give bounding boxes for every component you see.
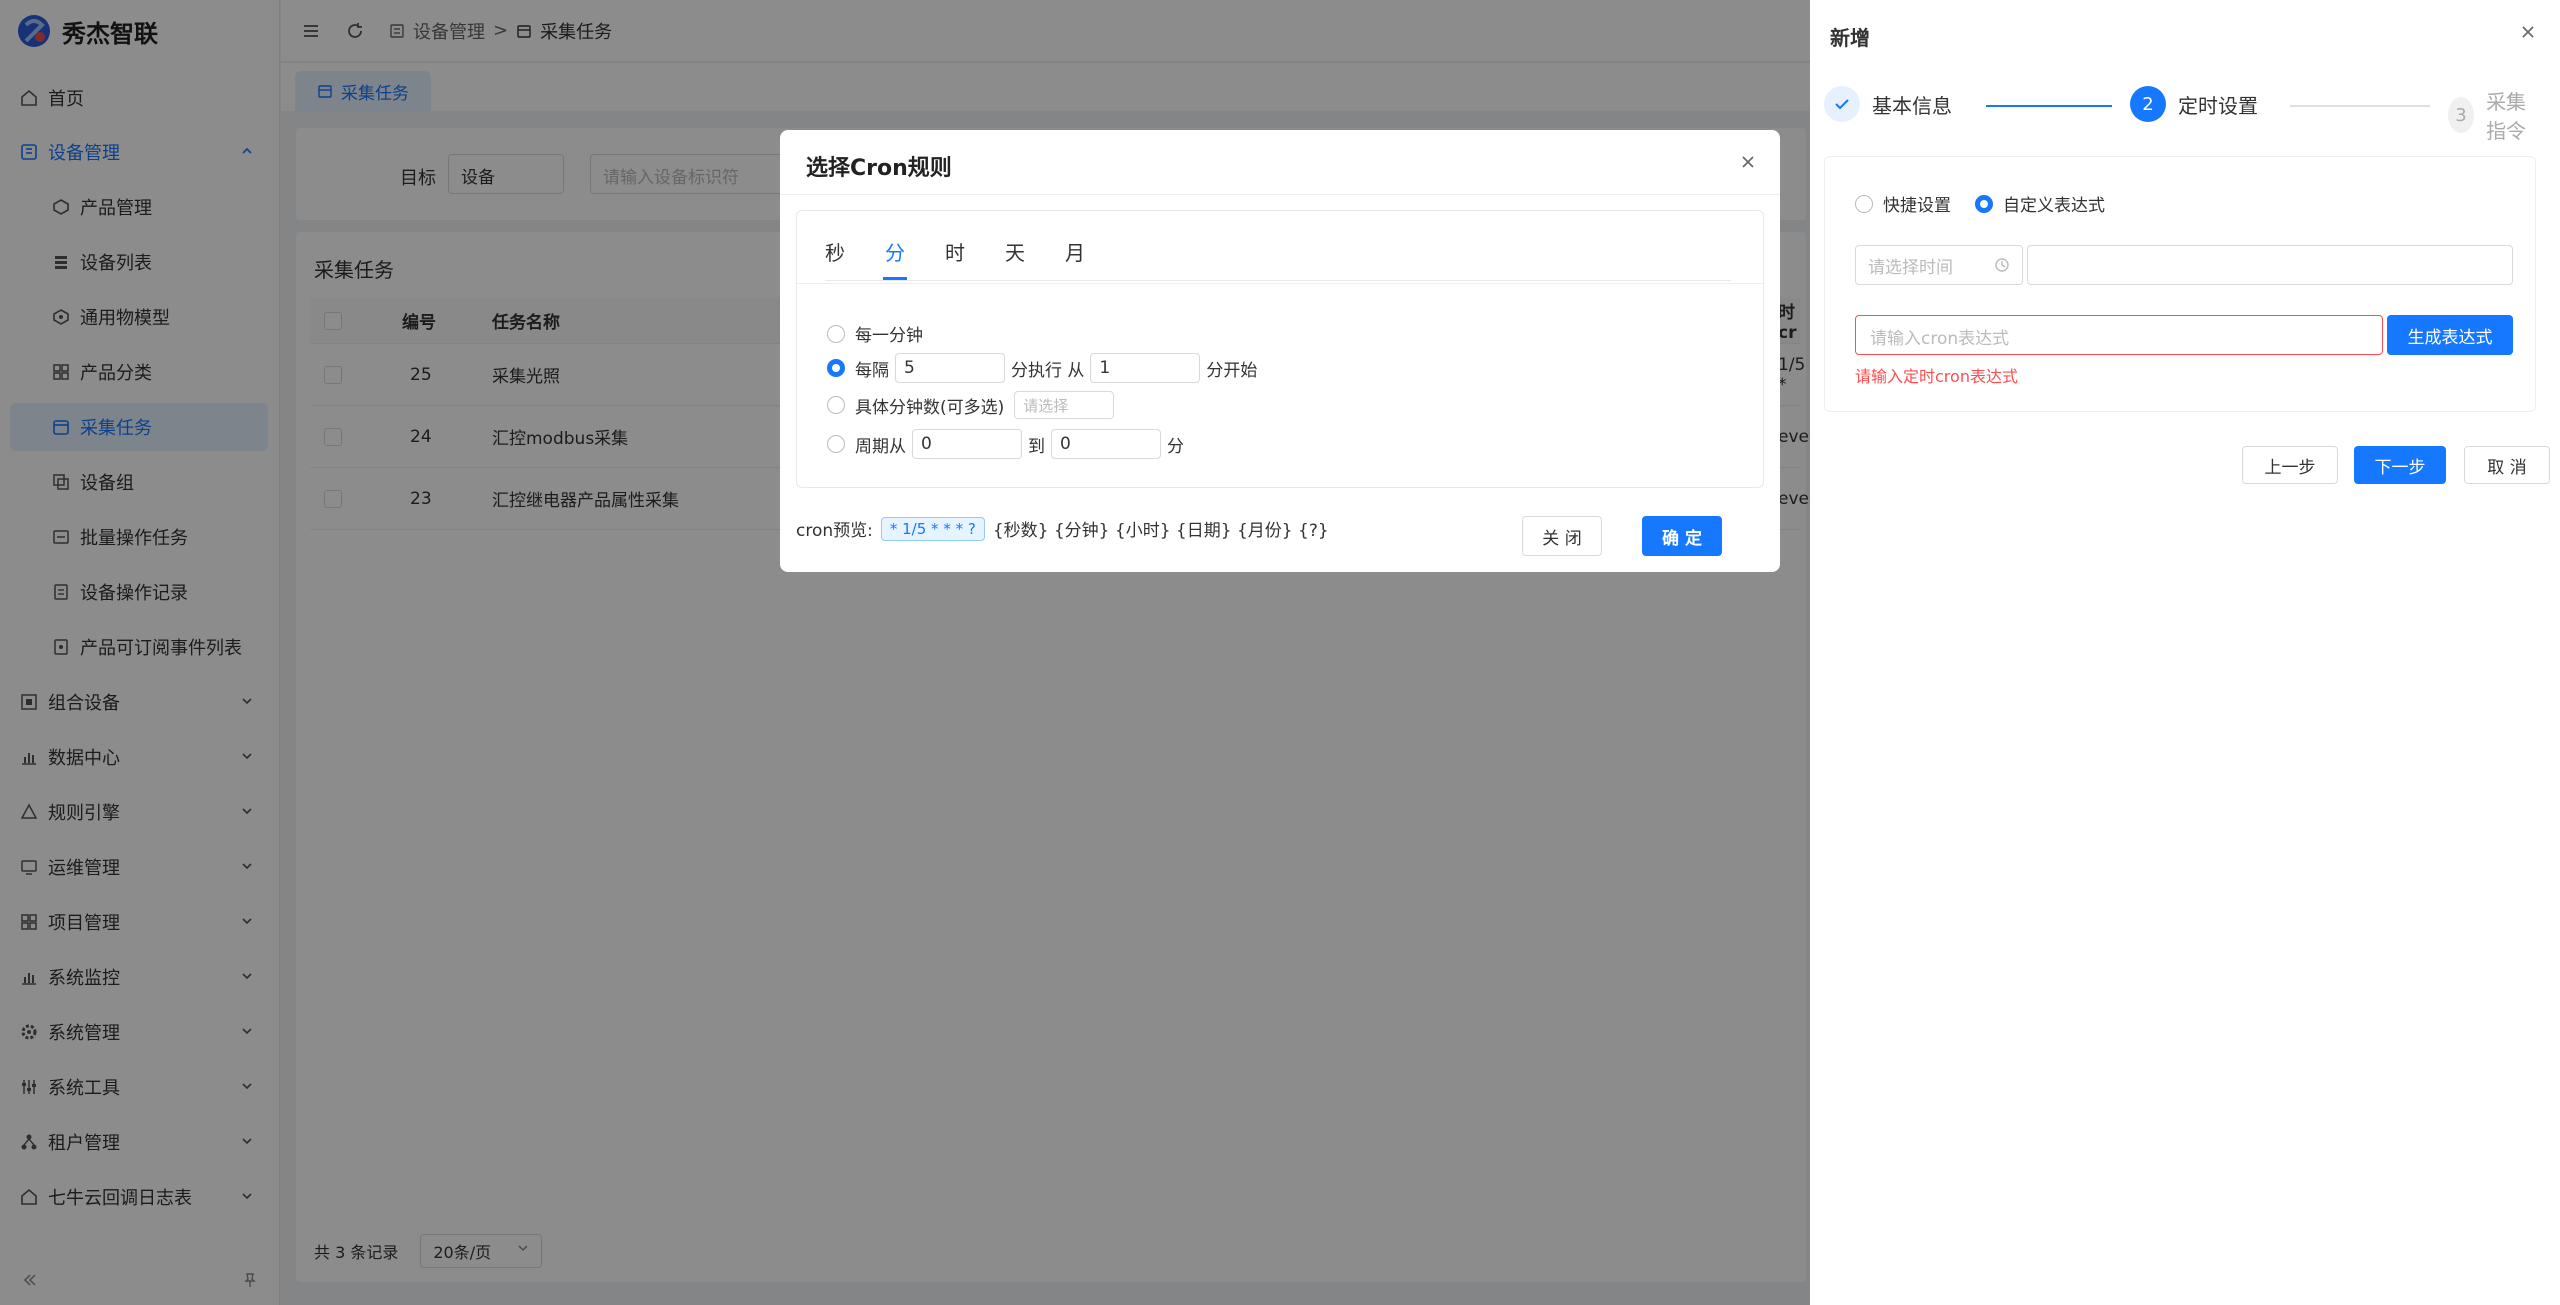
cycle-to-input[interactable]: 0 (1051, 429, 1161, 459)
tab-active-indicator (883, 277, 907, 280)
add-task-drawer: 新增 基本信息 2 定时设置 3 采集指令 快捷设置 自定义表达式 请选择时间 … (1810, 0, 2560, 1305)
step-schedule[interactable]: 2 定时设置 (2130, 86, 2258, 122)
option-label: 到 (1028, 436, 1045, 457)
tab-month[interactable]: 月 (1065, 237, 1085, 266)
option-cycle[interactable]: 周期从 0 到 0 分 (827, 429, 1184, 459)
cron-rule-modal: 选择Cron规则 秒 分 时 天 月 每一分钟 每隔 5 分执行 从 1 分开始… (780, 130, 1780, 572)
option-label: 每一分钟 (855, 326, 923, 346)
step-number: 3 (2448, 97, 2475, 133)
radio-circle (827, 324, 845, 343)
cancel-button[interactable]: 取 消 (2464, 446, 2550, 484)
option-label: 周期从 (855, 436, 906, 457)
option-specific-minutes[interactable]: 具体分钟数(可多选) 请选择 (827, 391, 1115, 419)
next-step-button[interactable]: 下一步 (2354, 446, 2446, 484)
interval-start-input[interactable]: 1 (1090, 353, 1201, 383)
modal-title: 选择Cron规则 (806, 156, 952, 181)
option-label: 每隔 (855, 360, 889, 381)
step-basic-info[interactable]: 基本信息 (1824, 86, 1952, 122)
step-label: 定时设置 (2178, 93, 2258, 118)
cron-error-message: 请输入定时cron表达式 (1855, 367, 2018, 386)
radio-circle (827, 359, 845, 377)
steps: 基本信息 2 定时设置 3 采集指令 (1824, 86, 2544, 143)
step-command[interactable]: 3 采集指令 (2448, 86, 2544, 144)
interval-minutes-input[interactable]: 5 (895, 353, 1005, 383)
radio-circle (827, 396, 845, 414)
divider (780, 194, 1780, 195)
radio-circle (1975, 194, 1993, 213)
radio-custom-expression[interactable]: 自定义表达式 (1975, 191, 2105, 216)
step-connector (1986, 105, 2112, 107)
preview-label: cron预览: (796, 521, 873, 541)
tab-hour[interactable]: 时 (945, 237, 965, 266)
cron-editor: 秒 分 时 天 月 每一分钟 每隔 5 分执行 从 1 分开始 具体分钟数(可多… (796, 210, 1764, 488)
step-label: 采集指令 (2486, 90, 2527, 143)
schedule-form: 快捷设置 自定义表达式 请选择时间 请输入cron表达式 生成表达式 请输入定时… (1824, 156, 2536, 412)
time-picker[interactable]: 请选择时间 (1855, 245, 2023, 285)
close-button[interactable]: 关 闭 (1522, 516, 1602, 556)
drawer-title: 新增 (1830, 25, 1870, 50)
option-label: 分开始 (1206, 360, 1258, 381)
step-label: 基本信息 (1872, 93, 1952, 118)
cron-preview: cron预览: * 1/5 * * * ? {秒数} {分钟} {小时} {日期… (796, 516, 1329, 541)
option-label: 具体分钟数(可多选) (855, 397, 1005, 418)
check-icon (1824, 86, 1860, 122)
cron-input[interactable]: 请输入cron表达式 (1855, 315, 2383, 355)
radio-quick-setting[interactable]: 快捷设置 (1855, 191, 1951, 216)
clock-icon (1995, 258, 2009, 272)
radio-circle (1855, 194, 1873, 213)
drawer-header: 新增 (1810, 0, 2560, 72)
option-every-minute[interactable]: 每一分钟 (827, 321, 923, 346)
time-placeholder: 请选择时间 (1868, 257, 1953, 278)
cron-unit-tabs: 秒 分 时 天 月 (825, 211, 1731, 281)
generate-expression-button[interactable]: 生成表达式 (2387, 315, 2513, 355)
divider (797, 283, 1763, 284)
specific-minutes-select[interactable]: 请选择 (1014, 391, 1115, 419)
option-interval[interactable]: 每隔 5 分执行 从 1 分开始 (827, 353, 1257, 383)
prev-step-button[interactable]: 上一步 (2242, 446, 2338, 484)
cycle-from-input[interactable]: 0 (912, 429, 1022, 459)
close-icon[interactable] (2520, 24, 2536, 40)
radio-circle (827, 435, 845, 453)
option-label: 分执行 从 (1011, 360, 1085, 381)
close-icon[interactable] (1740, 154, 1756, 170)
tab-minute[interactable]: 分 (885, 237, 905, 266)
tab-second[interactable]: 秒 (825, 237, 845, 266)
preview-legend: {秒数} {分钟} {小时} {日期} {月份} {?} (992, 521, 1329, 541)
option-label: 分 (1167, 436, 1184, 457)
step-number: 2 (2130, 86, 2166, 122)
confirm-button[interactable]: 确 定 (1642, 516, 1722, 556)
cron-expression-tag: * 1/5 * * * ? (880, 516, 985, 541)
radio-label: 快捷设置 (1883, 196, 1951, 216)
step-connector (2290, 105, 2430, 107)
tab-day[interactable]: 天 (1005, 237, 1025, 266)
radio-label: 自定义表达式 (2003, 196, 2105, 216)
time-value-field[interactable] (2027, 245, 2513, 285)
